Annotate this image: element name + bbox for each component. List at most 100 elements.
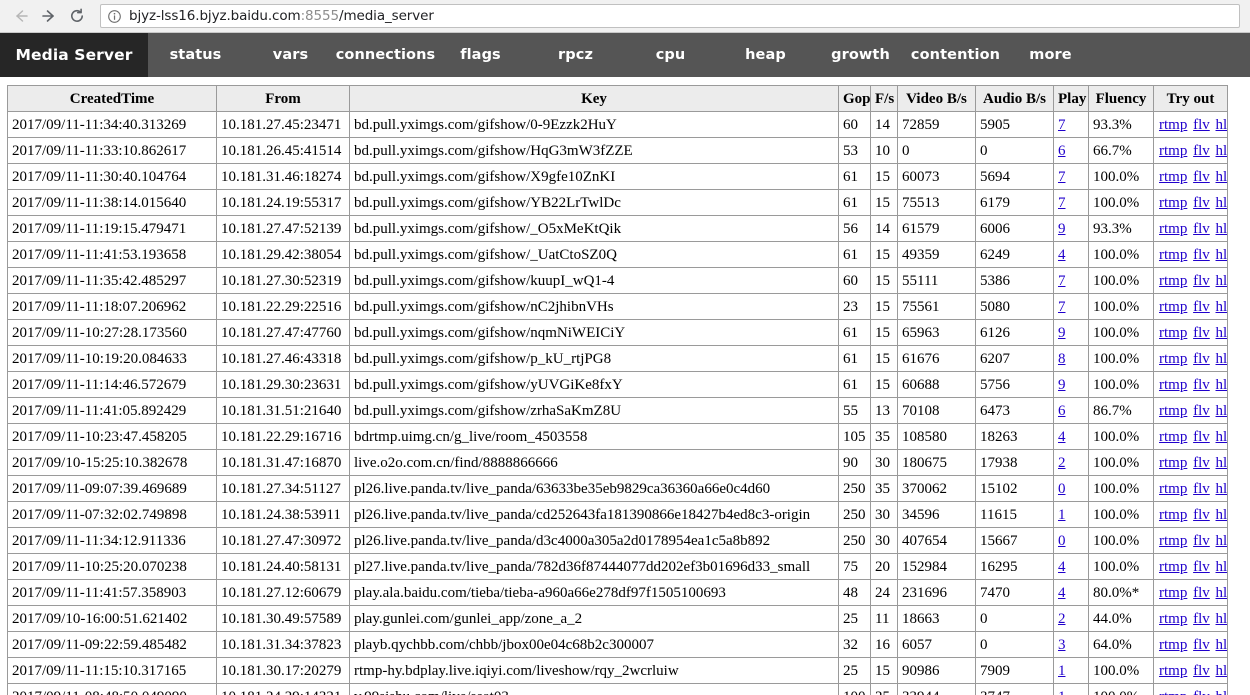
tryout-hls-link[interactable]: hls <box>1216 143 1227 159</box>
cell-play[interactable]: 4 <box>1053 553 1089 580</box>
tryout-flv-link[interactable]: flv <box>1193 195 1210 211</box>
play-count-link[interactable]: 9 <box>1058 325 1066 341</box>
play-count-link[interactable]: 9 <box>1058 377 1066 393</box>
play-count-link[interactable]: 2 <box>1058 455 1066 471</box>
back-button[interactable] <box>8 3 34 29</box>
cell-play[interactable]: 1 <box>1053 501 1089 528</box>
cell-tryout[interactable]: rtmp flv hls <box>1153 189 1228 216</box>
play-count-link[interactable]: 8 <box>1058 351 1066 367</box>
cell-tryout[interactable]: rtmp flv hls <box>1153 267 1228 294</box>
cell-tryout[interactable]: rtmp flv hls <box>1153 501 1228 528</box>
play-count-link[interactable]: 7 <box>1058 195 1066 211</box>
forward-button[interactable] <box>36 3 62 29</box>
col-header-play[interactable]: Play <box>1053 85 1089 112</box>
col-header-createdtime[interactable]: CreatedTime <box>7 85 217 112</box>
tryout-flv-link[interactable]: flv <box>1193 325 1210 341</box>
cell-play[interactable]: 2 <box>1053 449 1089 476</box>
cell-tryout[interactable]: rtmp flv hls <box>1153 137 1228 164</box>
tryout-flv-link[interactable]: flv <box>1193 351 1210 367</box>
cell-play[interactable]: 7 <box>1053 189 1089 216</box>
cell-tryout[interactable]: rtmp flv hls <box>1153 527 1228 554</box>
cell-play[interactable]: 9 <box>1053 215 1089 242</box>
tryout-rtmp-link[interactable]: rtmp <box>1159 351 1187 367</box>
tryout-flv-link[interactable]: flv <box>1193 663 1210 679</box>
nav-item-connections[interactable]: connections <box>336 33 435 77</box>
play-count-link[interactable]: 4 <box>1058 247 1066 263</box>
cell-tryout[interactable]: rtmp flv hls <box>1153 449 1228 476</box>
tryout-rtmp-link[interactable]: rtmp <box>1159 611 1187 627</box>
tryout-hls-link[interactable]: hls <box>1216 507 1227 523</box>
tryout-hls-link[interactable]: hls <box>1216 221 1227 237</box>
tryout-flv-link[interactable]: flv <box>1193 429 1210 445</box>
tryout-rtmp-link[interactable]: rtmp <box>1159 117 1187 133</box>
tryout-rtmp-link[interactable]: rtmp <box>1159 325 1187 341</box>
tryout-rtmp-link[interactable]: rtmp <box>1159 403 1187 419</box>
cell-play[interactable]: 4 <box>1053 423 1089 450</box>
tryout-flv-link[interactable]: flv <box>1193 481 1210 497</box>
tryout-flv-link[interactable]: flv <box>1193 611 1210 627</box>
cell-tryout[interactable]: rtmp flv hls <box>1153 319 1228 346</box>
cell-play[interactable]: 1 <box>1053 683 1089 695</box>
cell-tryout[interactable]: rtmp flv hls <box>1153 241 1228 268</box>
tryout-rtmp-link[interactable]: rtmp <box>1159 637 1187 653</box>
nav-item-more[interactable]: more <box>1003 33 1098 77</box>
tryout-rtmp-link[interactable]: rtmp <box>1159 585 1187 601</box>
tryout-rtmp-link[interactable]: rtmp <box>1159 507 1187 523</box>
cell-tryout[interactable]: rtmp flv hls <box>1153 657 1228 684</box>
cell-tryout[interactable]: rtmp flv hls <box>1153 397 1228 424</box>
tryout-hls-link[interactable]: hls <box>1216 195 1227 211</box>
cell-tryout[interactable]: rtmp flv hls <box>1153 579 1228 606</box>
tryout-rtmp-link[interactable]: rtmp <box>1159 455 1187 471</box>
nav-item-growth[interactable]: growth <box>813 33 908 77</box>
cell-tryout[interactable]: rtmp flv hls <box>1153 631 1228 658</box>
tryout-rtmp-link[interactable]: rtmp <box>1159 559 1187 575</box>
play-count-link[interactable]: 1 <box>1058 507 1066 523</box>
tryout-flv-link[interactable]: flv <box>1193 403 1210 419</box>
tryout-flv-link[interactable]: flv <box>1193 455 1210 471</box>
tryout-flv-link[interactable]: flv <box>1193 117 1210 133</box>
play-count-link[interactable]: 7 <box>1058 273 1066 289</box>
tryout-rtmp-link[interactable]: rtmp <box>1159 221 1187 237</box>
tryout-hls-link[interactable]: hls <box>1216 429 1227 445</box>
tryout-flv-link[interactable]: flv <box>1193 143 1210 159</box>
tryout-hls-link[interactable]: hls <box>1216 299 1227 315</box>
tryout-hls-link[interactable]: hls <box>1216 585 1227 601</box>
play-count-link[interactable]: 4 <box>1058 559 1066 575</box>
play-count-link[interactable]: 9 <box>1058 221 1066 237</box>
nav-item-media-server[interactable]: Media Server <box>0 33 148 77</box>
play-count-link[interactable]: 7 <box>1058 117 1066 133</box>
cell-play[interactable]: 3 <box>1053 631 1089 658</box>
col-header-audio-bs[interactable]: Audio B/s <box>975 85 1054 112</box>
play-count-link[interactable]: 6 <box>1058 143 1066 159</box>
tryout-hls-link[interactable]: hls <box>1216 325 1227 341</box>
tryout-flv-link[interactable]: flv <box>1193 273 1210 289</box>
play-count-link[interactable]: 3 <box>1058 637 1066 653</box>
col-header-fluency[interactable]: Fluency <box>1088 85 1154 112</box>
col-header-video-bs[interactable]: Video B/s <box>897 85 976 112</box>
tryout-flv-link[interactable]: flv <box>1193 637 1210 653</box>
tryout-rtmp-link[interactable]: rtmp <box>1159 429 1187 445</box>
nav-item-status[interactable]: status <box>148 33 243 77</box>
nav-item-contention[interactable]: contention <box>908 33 1003 77</box>
tryout-hls-link[interactable]: hls <box>1216 637 1227 653</box>
tryout-rtmp-link[interactable]: rtmp <box>1159 299 1187 315</box>
col-header-from[interactable]: From <box>216 85 350 112</box>
play-count-link[interactable]: 1 <box>1058 689 1066 695</box>
cell-play[interactable]: 9 <box>1053 371 1089 398</box>
tryout-hls-link[interactable]: hls <box>1216 611 1227 627</box>
cell-tryout[interactable]: rtmp flv hls <box>1153 293 1228 320</box>
tryout-rtmp-link[interactable]: rtmp <box>1159 273 1187 289</box>
col-header-gop[interactable]: Gop <box>838 85 871 112</box>
tryout-flv-link[interactable]: flv <box>1193 169 1210 185</box>
cell-tryout[interactable]: rtmp flv hls <box>1153 475 1228 502</box>
tryout-flv-link[interactable]: flv <box>1193 559 1210 575</box>
tryout-flv-link[interactable]: flv <box>1193 689 1210 695</box>
tryout-hls-link[interactable]: hls <box>1216 455 1227 471</box>
address-bar[interactable]: bjyz-lss16.bjyz.baidu.com:8555/media_ser… <box>100 4 1240 28</box>
tryout-flv-link[interactable]: flv <box>1193 247 1210 263</box>
cell-play[interactable]: 0 <box>1053 527 1089 554</box>
tryout-hls-link[interactable]: hls <box>1216 559 1227 575</box>
tryout-rtmp-link[interactable]: rtmp <box>1159 377 1187 393</box>
cell-play[interactable]: 2 <box>1053 605 1089 632</box>
cell-tryout[interactable]: rtmp flv hls <box>1153 423 1228 450</box>
